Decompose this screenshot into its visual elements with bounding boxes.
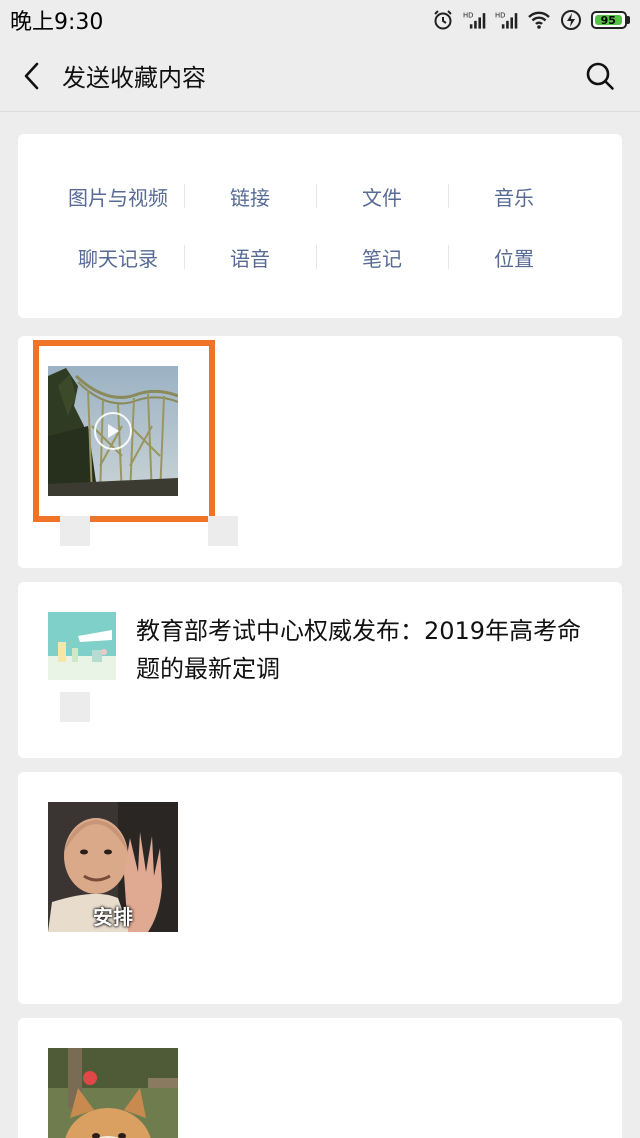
hd-signal-icon: HD bbox=[463, 9, 487, 31]
category-voice[interactable]: 语音 bbox=[184, 237, 316, 277]
sticker-image: 安排 bbox=[48, 802, 178, 932]
header: 发送收藏内容 bbox=[0, 40, 640, 112]
status-bar: 晚上9:30 HD HD 95 bbox=[0, 0, 640, 40]
category-files[interactable]: 文件 bbox=[316, 176, 448, 216]
svg-text:HD: HD bbox=[463, 11, 473, 19]
blurred-meta bbox=[60, 516, 90, 546]
article-title: 教育部考试中心权威发布：2019年高考命题的最新定调 bbox=[136, 617, 582, 683]
blurred-meta bbox=[208, 516, 238, 546]
hd-signal-icon: HD bbox=[495, 9, 519, 31]
category-links[interactable]: 链接 bbox=[184, 176, 316, 216]
back-button[interactable] bbox=[0, 40, 62, 112]
wifi-icon bbox=[527, 9, 551, 31]
category-row: 图片与视频 链接 文件 音乐 bbox=[18, 176, 622, 216]
status-icons: HD HD 95 bbox=[431, 9, 630, 31]
category-music[interactable]: 音乐 bbox=[448, 176, 580, 216]
search-icon bbox=[586, 62, 614, 90]
battery-icon: 95 bbox=[591, 11, 630, 29]
favorite-item-image[interactable] bbox=[18, 1018, 622, 1138]
search-button[interactable] bbox=[560, 40, 640, 112]
category-location[interactable]: 位置 bbox=[448, 237, 580, 277]
favorite-item-link[interactable]: 教育部考试中心权威发布：2019年高考命题的最新定调 bbox=[18, 582, 622, 758]
favorite-item-video[interactable] bbox=[18, 336, 622, 568]
article-thumbnail bbox=[48, 612, 116, 680]
category-row: 聊天记录 语音 笔记 位置 bbox=[18, 237, 622, 277]
page-title: 发送收藏内容 bbox=[62, 64, 206, 92]
category-panel: 图片与视频 链接 文件 音乐 聊天记录 语音 笔记 位置 bbox=[18, 134, 622, 318]
image-thumbnail bbox=[48, 1048, 178, 1138]
category-photos-videos[interactable]: 图片与视频 bbox=[52, 176, 184, 216]
category-notes[interactable]: 笔记 bbox=[316, 237, 448, 277]
charging-icon bbox=[559, 9, 583, 31]
category-chat-history[interactable]: 聊天记录 bbox=[52, 237, 184, 277]
sticker-caption: 安排 bbox=[93, 905, 133, 929]
status-time: 晚上9:30 bbox=[10, 10, 104, 35]
alarm-icon bbox=[431, 9, 455, 31]
chevron-left-icon bbox=[24, 62, 39, 89]
selection-highlight bbox=[33, 340, 215, 522]
battery-level: 95 bbox=[595, 14, 622, 27]
svg-text:HD: HD bbox=[495, 11, 505, 19]
blurred-meta bbox=[60, 692, 90, 722]
favorite-item-sticker[interactable]: 安排 bbox=[18, 772, 622, 1004]
